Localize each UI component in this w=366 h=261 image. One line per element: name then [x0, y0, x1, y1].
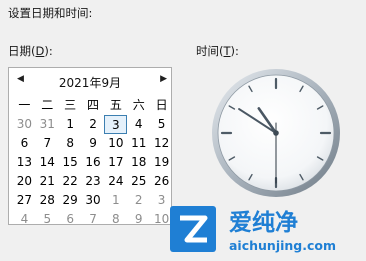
calendar-week-row: 4 5 6 7 8 9 10 — [13, 210, 173, 229]
day-cell[interactable]: 13 — [13, 153, 36, 172]
next-month-icon[interactable]: ▶ — [160, 74, 167, 84]
day-cell[interactable]: 19 — [150, 153, 173, 172]
day-cell[interactable]: 1 — [59, 115, 82, 134]
day-cell[interactable]: 2 — [82, 115, 105, 134]
day-cell[interactable]: 25 — [127, 172, 150, 191]
weekday-label: 三 — [64, 98, 77, 112]
clock-center-pin — [273, 130, 279, 136]
day-cell[interactable]: 9 — [82, 134, 105, 153]
calendar-header: ◀ 2021年9月 ▶ — [9, 68, 171, 94]
watermark-brand-text: 爱纯净 — [229, 209, 298, 236]
day-cell-next-month[interactable]: 9 — [127, 210, 150, 229]
day-cell-prev-month[interactable]: 31 — [36, 115, 59, 134]
day-cell[interactable]: 12 — [150, 134, 173, 153]
weekday-label: 日 — [155, 98, 168, 112]
day-cell[interactable]: 10 — [104, 134, 127, 153]
day-cell[interactable]: 4 — [127, 115, 150, 134]
day-cell-next-month[interactable]: 6 — [59, 210, 82, 229]
day-cell[interactable]: 17 — [104, 153, 127, 172]
day-cell-selected[interactable]: 3 — [104, 115, 128, 134]
weekday-header-row: 一 二 三 四 五 六 日 — [13, 96, 173, 115]
day-cell[interactable]: 8 — [59, 134, 82, 153]
day-cell[interactable]: 5 — [150, 115, 173, 134]
weekday-label: 五 — [109, 98, 122, 112]
day-cell[interactable]: 29 — [59, 191, 82, 210]
calendar-week-row: 30 31 1 2 3 4 5 — [13, 115, 173, 134]
month-year-label[interactable]: 2021年9月 — [9, 74, 171, 91]
date-label: 日期(D): — [8, 44, 53, 58]
calendar-week-row: 6 7 8 9 10 11 12 — [13, 134, 173, 153]
calendar-week-row: 20 21 22 23 24 25 26 — [13, 172, 173, 191]
weekday-label: 四 — [87, 98, 100, 112]
calendar[interactable]: ◀ 2021年9月 ▶ 一 二 三 四 五 六 日 30 31 1 2 3 4 … — [8, 67, 172, 226]
day-cell[interactable]: 21 — [36, 172, 59, 191]
weekday-label: 一 — [18, 98, 31, 112]
day-cell-next-month[interactable]: 1 — [104, 191, 127, 210]
day-cell[interactable]: 28 — [36, 191, 59, 210]
calendar-week-row: 13 14 15 16 17 18 19 — [13, 153, 173, 172]
day-cell[interactable]: 16 — [82, 153, 105, 172]
day-cell[interactable]: 22 — [59, 172, 82, 191]
day-cell[interactable]: 14 — [36, 153, 59, 172]
day-cell[interactable]: 20 — [13, 172, 36, 191]
day-cell[interactable]: 23 — [82, 172, 105, 191]
day-cell[interactable]: 7 — [36, 134, 59, 153]
weekday-label: 六 — [132, 98, 145, 112]
day-cell-next-month[interactable]: 8 — [104, 210, 127, 229]
watermark-url-text: aichunjing.com — [229, 238, 336, 253]
day-cell[interactable]: 6 — [13, 134, 36, 153]
day-cell[interactable]: 15 — [59, 153, 82, 172]
day-cell-prev-month[interactable]: 30 — [13, 115, 36, 134]
day-cell-next-month[interactable]: 7 — [82, 210, 105, 229]
day-cell-next-month[interactable]: 2 — [127, 191, 150, 210]
day-cell[interactable]: 27 — [13, 191, 36, 210]
day-cell[interactable]: 18 — [127, 153, 150, 172]
day-cell[interactable]: 26 — [150, 172, 173, 191]
time-label: 时间(T): — [196, 44, 239, 58]
day-cell[interactable]: 30 — [82, 191, 105, 210]
watermark-logo: 爱纯净 aichunjing.com — [170, 206, 336, 253]
day-cell-next-month[interactable]: 5 — [36, 210, 59, 229]
dialog-title: 设置日期和时间: — [8, 6, 93, 20]
calendar-week-row: 27 28 29 30 1 2 3 — [13, 191, 173, 210]
calendar-grid: 一 二 三 四 五 六 日 30 31 1 2 3 4 5 6 7 8 9 10… — [13, 96, 173, 229]
analog-clock — [212, 69, 340, 197]
day-cell[interactable]: 24 — [104, 172, 127, 191]
weekday-label: 二 — [41, 98, 54, 112]
day-cell-next-month[interactable]: 4 — [13, 210, 36, 229]
day-cell[interactable]: 11 — [127, 134, 150, 153]
